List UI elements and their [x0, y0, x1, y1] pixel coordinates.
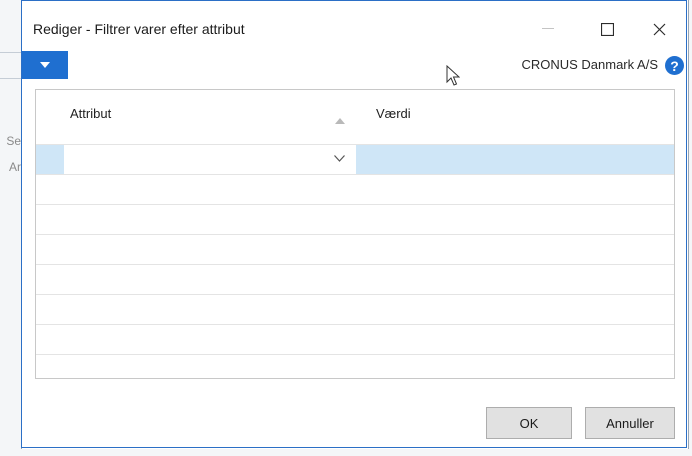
mouse-pointer-icon — [446, 65, 460, 86]
sort-ascending-icon — [335, 118, 345, 124]
table-row[interactable] — [36, 294, 674, 324]
value-cell[interactable] — [356, 145, 674, 175]
actions-dropdown-button[interactable] — [22, 51, 68, 79]
table-row[interactable] — [36, 264, 674, 294]
background-divider — [0, 52, 21, 53]
attribute-filter-grid: Attribut Værdi — [35, 89, 675, 379]
table-row[interactable] — [36, 354, 674, 378]
help-icon[interactable]: ? — [665, 56, 684, 75]
close-icon — [653, 23, 665, 35]
cancel-button[interactable]: Annuller — [585, 407, 675, 439]
minimize-icon — [542, 28, 554, 29]
background-window-right — [688, 0, 692, 456]
table-row[interactable] — [36, 324, 674, 354]
row-selector[interactable] — [36, 145, 64, 175]
action-bar: CRONUS Danmark A/S ? — [22, 51, 686, 81]
company-name: CRONUS Danmark A/S — [521, 57, 658, 72]
table-row[interactable] — [36, 144, 674, 175]
background-text: Se — [6, 134, 21, 148]
window-title: Rediger - Filtrer varer efter attribut — [33, 21, 245, 37]
background-window-bottom — [0, 449, 692, 456]
chevron-down-icon[interactable] — [334, 155, 345, 162]
minimize-button[interactable] — [528, 14, 568, 44]
filter-dialog: Rediger - Filtrer varer efter attribut C… — [21, 0, 687, 448]
column-header-value[interactable]: Værdi — [376, 106, 411, 121]
table-row[interactable] — [36, 234, 674, 264]
table-row[interactable] — [36, 204, 674, 234]
attribute-dropdown-cell[interactable] — [64, 145, 356, 175]
background-divider — [0, 78, 21, 79]
table-row[interactable] — [36, 174, 674, 204]
grid-header: Attribut Værdi — [36, 90, 674, 144]
maximize-button[interactable] — [587, 14, 627, 44]
close-button[interactable] — [639, 14, 679, 44]
column-header-attribute[interactable]: Attribut — [70, 106, 111, 121]
title-bar[interactable]: Rediger - Filtrer varer efter attribut — [22, 1, 686, 51]
background-text: Ar — [9, 160, 21, 174]
ok-button[interactable]: OK — [486, 407, 572, 439]
dropdown-arrow-icon — [40, 62, 50, 68]
maximize-icon — [600, 22, 614, 36]
background-window-left: Se Ar — [0, 0, 22, 456]
